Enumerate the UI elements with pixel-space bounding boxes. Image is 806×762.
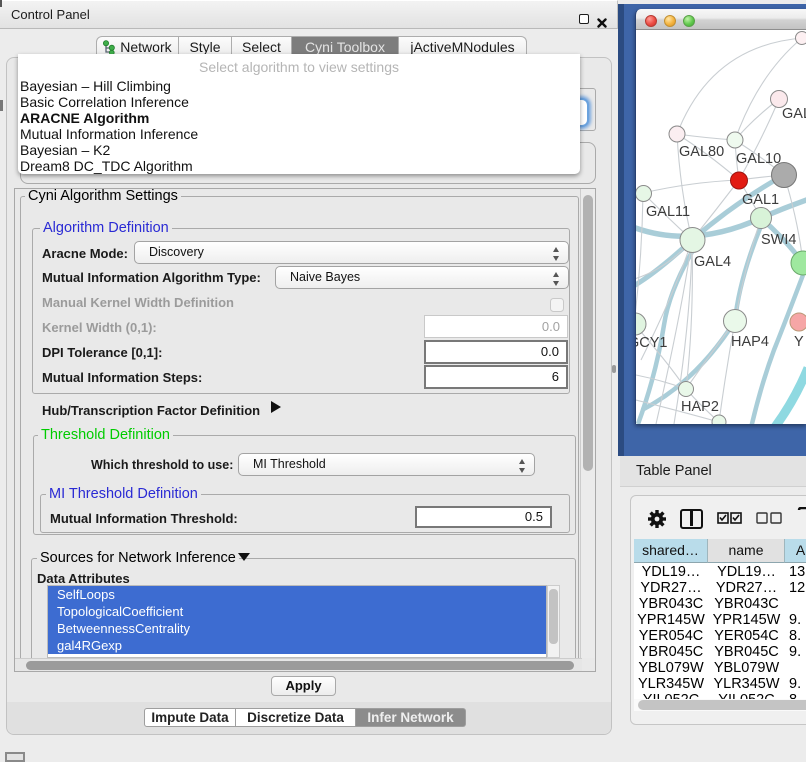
svg-text:HAP4: HAP4 xyxy=(731,334,769,350)
svg-text:GAL4: GAL4 xyxy=(694,254,731,270)
svg-text:GAL80: GAL80 xyxy=(679,144,724,160)
svg-text:GAL7: GAL7 xyxy=(782,106,806,122)
svg-text:HAP2: HAP2 xyxy=(681,399,719,415)
svg-text:GAL10: GAL10 xyxy=(736,151,781,167)
svg-text:GCY1: GCY1 xyxy=(636,335,668,351)
svg-text:Y: Y xyxy=(794,334,804,350)
svg-text:SWI4: SWI4 xyxy=(761,232,796,248)
svg-text:GAL11: GAL11 xyxy=(646,204,690,220)
svg-text:GAL1: GAL1 xyxy=(742,192,779,208)
